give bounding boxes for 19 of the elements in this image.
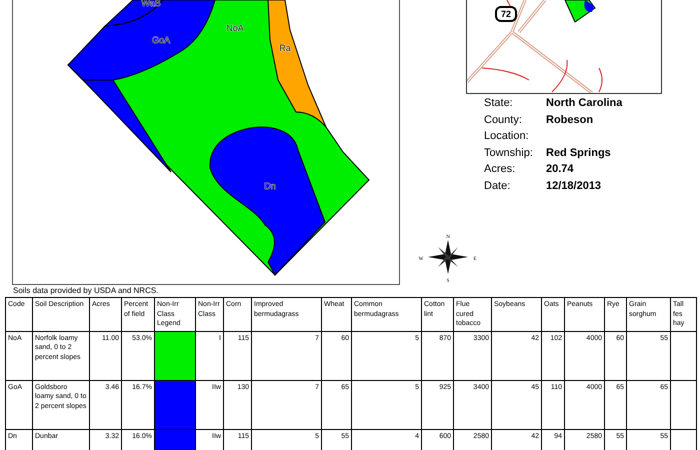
field-label: Acres: — [484, 162, 516, 177]
field-value: 20.74 — [546, 162, 575, 177]
compass-rose-icon — [428, 240, 468, 274]
field-value: 12/18/2013 — [546, 178, 602, 194]
soil-unit-label: GoA — [152, 35, 170, 45]
route-shield: 72 — [495, 6, 518, 22]
field-label: Location: — [484, 129, 530, 144]
field-label: County: — [484, 112, 523, 128]
field-value: Red Springs — [546, 146, 612, 160]
soil-unit-label: Dn — [264, 181, 276, 191]
soil-unit-label: NoA — [226, 23, 244, 33]
field-value: Robeson — [546, 112, 594, 128]
field-label: Township: — [484, 146, 534, 160]
soil-unit-label: WaB — [141, 0, 161, 8]
soil-unit-label: Ra — [279, 43, 291, 53]
field-label: Date: — [484, 178, 512, 194]
source-note: Soils data provided by USDA and NRCS. — [13, 286, 160, 297]
field-label: State: — [484, 96, 514, 111]
field-value: North Carolina — [546, 96, 624, 111]
